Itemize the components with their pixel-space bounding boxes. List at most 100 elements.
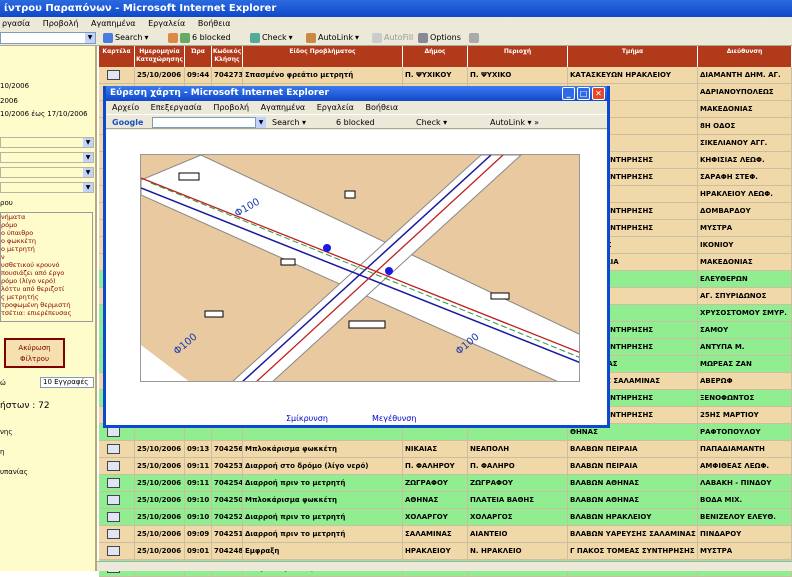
cell-dept: ΒΛΑΒΩΝ ΗΡΑΚΛΕΙΟΥ xyxy=(568,509,698,525)
table-row[interactable]: 25/10/2006 09:11 704253 Διαρροή στο δρόμο (… xyxy=(99,458,792,475)
list-item[interactable]: τροφωμένη θερμιστή xyxy=(1,301,92,309)
autolink-button[interactable]: AutoLink ▾ xyxy=(306,30,359,46)
filter-select-1[interactable]: ▼ xyxy=(0,137,94,148)
list-item[interactable]: υσθετικού κρουνό xyxy=(1,261,92,269)
zoom-in-link[interactable]: Μεγέθυνση xyxy=(372,414,416,423)
card-cell[interactable] xyxy=(99,509,135,525)
card-cell[interactable] xyxy=(99,543,135,559)
document-icon[interactable] xyxy=(107,529,120,539)
table-row[interactable]: 25/10/2006 09:44 704273 Σπασμένο φρεάτιο με… xyxy=(99,67,792,84)
minimize-button[interactable]: _ xyxy=(562,87,575,100)
popup-autolink-button[interactable]: AutoLink ▾ » xyxy=(490,115,539,130)
col-area[interactable]: Περιοχή xyxy=(468,46,568,67)
window-title: ίντρου Παραπόνων - Microsoft Internet Ex… xyxy=(0,0,792,17)
col-municipality[interactable]: Δήμος xyxy=(403,46,468,67)
popup-menu-tools[interactable]: Εργαλεία xyxy=(317,103,354,112)
card-cell[interactable] xyxy=(99,67,135,83)
valve-marker[interactable] xyxy=(323,244,331,252)
spellcheck-button[interactable]: Check ▾ xyxy=(250,30,293,46)
map-tag[interactable] xyxy=(344,190,356,199)
table-row[interactable]: 25/10/2006 09:13 704256 Μπλοκάρισμα φωκκέτη… xyxy=(99,441,792,458)
col-code[interactable]: Κωδικός Κλήσης xyxy=(212,46,243,67)
filter-select-4[interactable]: ▼ xyxy=(0,182,94,193)
search-button[interactable]: Search ▾ xyxy=(103,30,149,46)
list-item[interactable]: ρόμο (λίγο νερό) xyxy=(1,277,92,285)
card-cell[interactable] xyxy=(99,526,135,542)
close-button[interactable]: ✕ xyxy=(592,87,605,100)
col-card[interactable]: Καρτέλα xyxy=(99,46,135,67)
col-address[interactable]: Διεύθυνση xyxy=(698,46,792,67)
document-icon[interactable] xyxy=(107,495,120,505)
menu-tools[interactable]: Εργαλεία xyxy=(148,19,185,28)
map-tag[interactable] xyxy=(490,292,510,300)
cancel-filter-button[interactable]: Ακύρωση Φίλτρου xyxy=(4,338,65,368)
popup-menu-edit[interactable]: Επεξεργασία xyxy=(151,103,202,112)
list-item[interactable]: ς μετρητής xyxy=(1,293,92,301)
list-item[interactable]: νήματα xyxy=(1,213,92,221)
autofill-button[interactable]: AutoFill xyxy=(372,30,413,46)
search-combo[interactable]: ▼ xyxy=(0,32,96,44)
chevron-down-icon[interactable]: ▼ xyxy=(256,117,266,128)
document-icon[interactable] xyxy=(107,478,120,488)
list-item[interactable]: ο ύπαιθρο xyxy=(1,229,92,237)
options-button[interactable]: Options xyxy=(418,30,479,46)
filter-select-2[interactable]: ▼ xyxy=(0,152,94,163)
map-tag[interactable] xyxy=(280,258,296,266)
map-image[interactable]: Φ100 Φ100 Φ100 xyxy=(140,154,580,382)
table-row[interactable]: 25/10/2006 09:01 704248 Εμφραξη ΗΡΑΚΛΕΙΟΥ Ν. … xyxy=(99,543,792,560)
pen-icon[interactable] xyxy=(468,33,479,43)
table-row[interactable]: 25/10/2006 09:09 704251 Διαρροή πριν το μετ… xyxy=(99,526,792,543)
list-item[interactable]: ο μετρητή xyxy=(1,245,92,253)
popup-search-button[interactable]: Search ▾ xyxy=(272,115,306,130)
maximize-button[interactable]: □ xyxy=(577,87,590,100)
list-item[interactable]: λόττυ από θεριζοτί xyxy=(1,285,92,293)
map-tag[interactable] xyxy=(178,172,200,181)
popup-blocked-button[interactable]: 6 blocked xyxy=(336,115,375,130)
problem-type-list[interactable]: νήματα ρόμο ο ύπαιθρο ο φωκκέτη ο μετρητ… xyxy=(0,212,93,322)
list-item[interactable]: ο φωκκέτη xyxy=(1,237,92,245)
document-icon[interactable] xyxy=(107,70,120,80)
menu-edit[interactable]: ργασία xyxy=(2,19,30,28)
list-item[interactable]: ν xyxy=(1,253,92,261)
popup-menu-favorites[interactable]: Αγαπημένα xyxy=(261,103,306,112)
records-per-page-select[interactable]: 10 Εγγραφές xyxy=(40,377,94,388)
horizontal-scrollbar[interactable] xyxy=(97,561,792,571)
filter-select-3[interactable]: ▼ xyxy=(0,167,94,178)
popup-menu-help[interactable]: Βοήθεια xyxy=(365,103,398,112)
valve-marker[interactable] xyxy=(385,267,393,275)
document-icon[interactable] xyxy=(107,427,120,437)
table-row[interactable]: 25/10/2006 09:10 704252 Διαρροή πριν το μετ… xyxy=(99,509,792,526)
popup-check-button[interactable]: Check ▾ xyxy=(416,115,447,130)
col-dept[interactable]: Τμήμα xyxy=(568,46,698,67)
map-tag[interactable] xyxy=(348,320,386,329)
menu-help[interactable]: Βοήθεια xyxy=(198,19,231,28)
popup-menu-view[interactable]: Προβολή xyxy=(213,103,249,112)
document-icon[interactable] xyxy=(107,461,120,471)
document-icon[interactable] xyxy=(107,444,120,454)
menu-favorites[interactable]: Αγαπημένα xyxy=(91,19,136,28)
cell-dimos: ΣΑΛΑΜΙΝΑΣ xyxy=(403,526,468,542)
list-item[interactable]: πουσιάζει από έργο xyxy=(1,269,92,277)
popup-search-input[interactable] xyxy=(152,117,256,128)
menu-view[interactable]: Προβολή xyxy=(43,19,79,28)
col-type[interactable]: Είδος Προβλήματος xyxy=(243,46,403,67)
table-row[interactable]: 25/10/2006 09:10 704250 Μπλοκάρισμα φωκκέτη… xyxy=(99,492,792,509)
col-time[interactable]: Ώρα xyxy=(185,46,212,67)
cell-area: ΝΕΑΠΟΛΗ xyxy=(468,441,568,457)
document-icon[interactable] xyxy=(107,546,120,556)
cell-dept: ΚΑΤΑΣΚΕΥΩΝ ΗΡΑΚΛΕΙΟΥ xyxy=(568,67,698,83)
card-cell[interactable] xyxy=(99,475,135,491)
list-item[interactable]: τσέτια: επιερέπευσας xyxy=(1,309,92,317)
popup-blocker-button[interactable]: 6 blocked xyxy=(168,30,231,46)
card-cell[interactable] xyxy=(99,492,135,508)
table-row[interactable]: 25/10/2006 09:11 704254 Διαρροή πριν το μετ… xyxy=(99,475,792,492)
map-tag[interactable] xyxy=(204,310,224,318)
zoom-out-link[interactable]: Σμίκρυνση xyxy=(286,414,328,423)
list-item[interactable]: ρόμο xyxy=(1,221,92,229)
card-cell[interactable] xyxy=(99,458,135,474)
document-icon[interactable] xyxy=(107,512,120,522)
chevron-down-icon[interactable]: ▼ xyxy=(85,33,95,43)
col-date[interactable]: Ημερομηνία Καταχώρησης xyxy=(135,46,185,67)
popup-menu-file[interactable]: Αρχείο xyxy=(112,103,139,112)
card-cell[interactable] xyxy=(99,441,135,457)
